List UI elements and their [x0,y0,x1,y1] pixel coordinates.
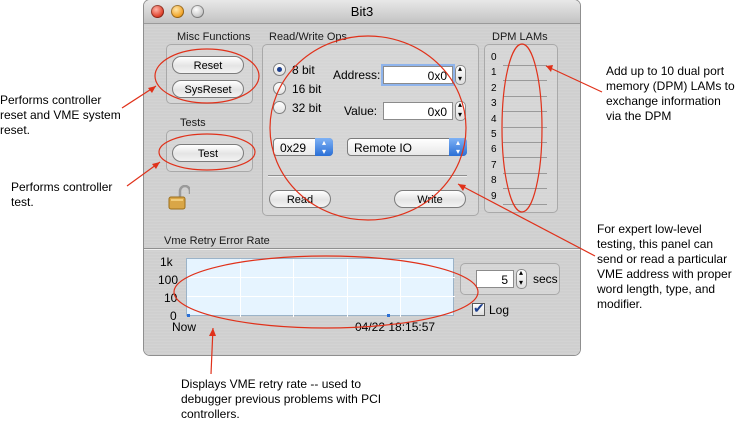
arrow-rw [457,183,596,257]
arrow-dpm [545,65,603,93]
annotation-overlay [121,35,603,375]
arrowhead-retry [209,328,216,336]
highlight-dpm [501,43,543,213]
arrowhead-test [152,162,160,169]
highlight-misc [154,48,260,104]
arrowhead-misc [148,86,156,93]
highlight-rw [269,35,467,221]
arrowhead-dpm [546,65,553,72]
highlight-retry [173,255,479,329]
highlight-test [158,133,256,171]
